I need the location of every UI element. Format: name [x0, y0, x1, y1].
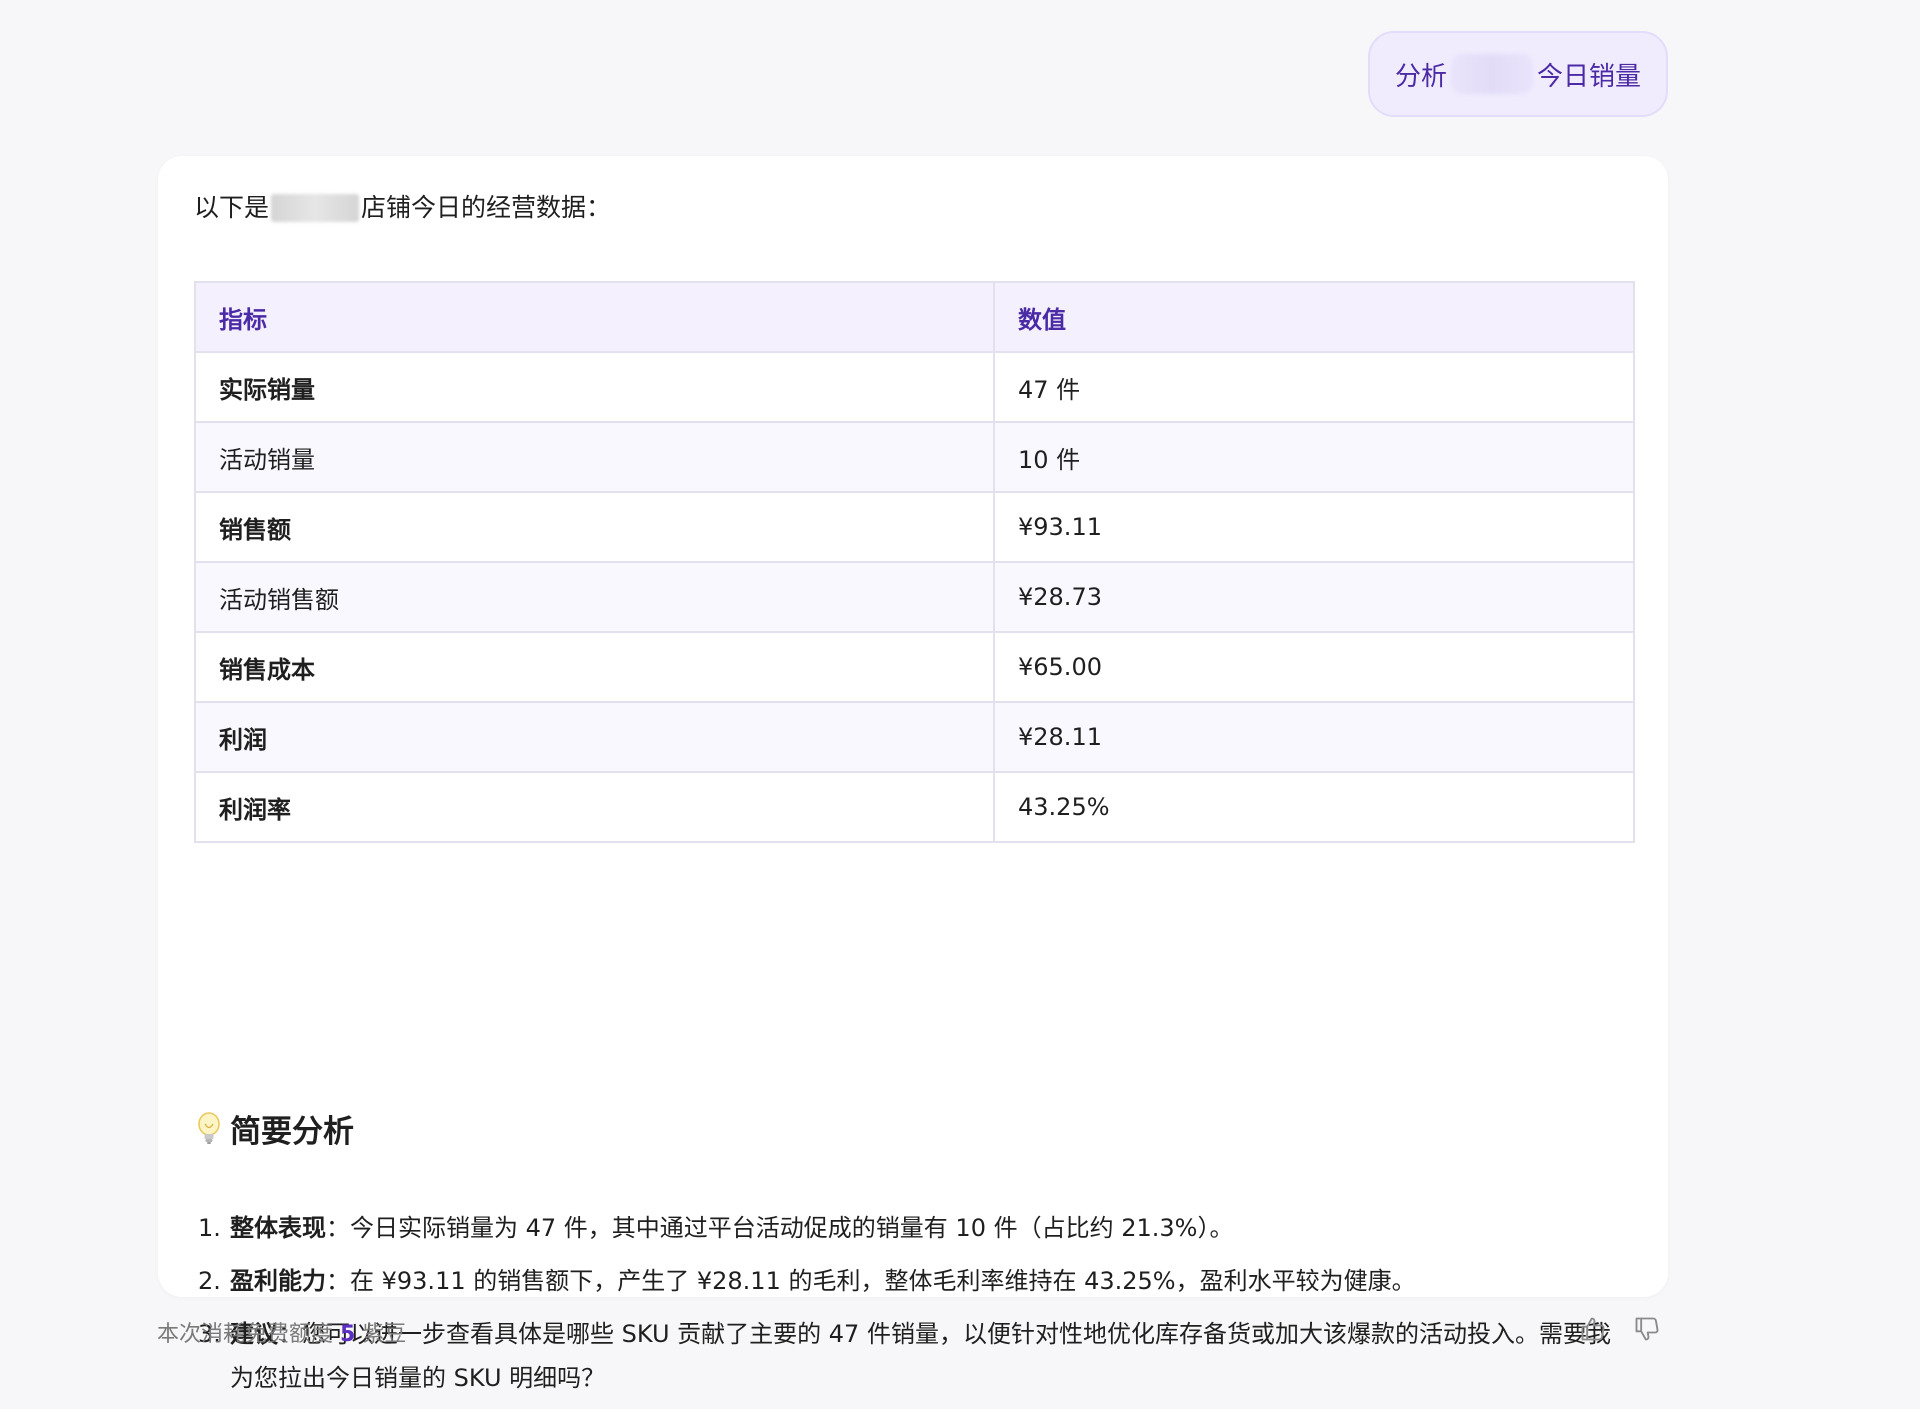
table-cell-metric: 活动销售额	[194, 561, 995, 633]
table-cell-metric: 实际销量	[194, 351, 995, 423]
table-row: 销售额 ¥93.11	[194, 491, 1635, 563]
redacted-store-name	[1451, 54, 1533, 94]
list-item: 3. 建议：您可以进一步查看具体是哪些 SKU 贡献了主要的 47 件销量，以便…	[194, 1312, 1634, 1400]
user-message-prefix: 分析	[1394, 61, 1447, 92]
metrics-table: 指标 数值 实际销量 47 件 活动销量 10 件 销售额 ¥93.11 活动销…	[194, 281, 1635, 843]
like-button[interactable]	[1578, 1316, 1608, 1346]
thumbs-down-icon	[1633, 1315, 1661, 1347]
analysis-list: 1. 整体表现：今日实际销量为 47 件，其中通过平台活动促成的销量有 10 件…	[194, 1206, 1634, 1409]
table-cell-value: ¥93.11	[993, 491, 1635, 563]
list-item-text: ：您可以进一步查看具体是哪些 SKU 贡献了主要的 47 件销量，以便针对性地优…	[230, 1320, 1611, 1392]
table-header-row: 指标 数值	[194, 281, 1635, 353]
table-cell-metric: 利润	[194, 701, 995, 773]
table-cell-value: ¥65.00	[993, 631, 1635, 703]
table-cell-metric: 销售额	[194, 491, 995, 563]
list-number: 1.	[198, 1214, 221, 1242]
analysis-section-title: 简要分析	[196, 1106, 354, 1151]
list-number: 2.	[198, 1267, 221, 1295]
table-cell-value: 43.25%	[993, 771, 1635, 843]
table-row: 实际销量 47 件	[194, 351, 1635, 423]
list-item-title: 盈利能力	[230, 1267, 326, 1295]
table-cell-metric: 利润率	[194, 771, 995, 843]
thumbs-up-icon	[1579, 1315, 1607, 1347]
usage-count: 5	[340, 1322, 356, 1347]
section-title-text: 简要分析	[230, 1114, 354, 1150]
table-header-metric: 指标	[194, 281, 995, 353]
user-message-bubble: 分析 今日销量	[1368, 31, 1668, 117]
table-row: 活动销量 10 件	[194, 421, 1635, 493]
table-cell-value: ¥28.11	[993, 701, 1635, 773]
table-cell-value: 47 件	[993, 351, 1635, 423]
table-cell-metric: 销售成本	[194, 631, 995, 703]
lightbulb-icon	[196, 1111, 222, 1147]
list-item-title: 整体表现	[230, 1214, 326, 1242]
redacted-store-name	[271, 194, 360, 222]
table-row: 利润 ¥28.11	[194, 701, 1635, 773]
intro-suffix: 店铺今日的经营数据：	[361, 193, 612, 222]
table-cell-value: ¥28.73	[993, 561, 1635, 633]
table-cell-metric: 活动销量	[194, 421, 995, 493]
usage-suffix: 紫豆	[355, 1322, 407, 1347]
table-row: 利润率 43.25%	[194, 771, 1635, 843]
table-cell-value: 10 件	[993, 421, 1635, 493]
usage-prefix: 本次消耗免费额度	[157, 1322, 340, 1347]
table-row: 活动销售额 ¥28.73	[194, 561, 1635, 633]
assistant-answer-card: 以下是 店铺今日的经营数据： 指标 数值 实际销量 47 件 活动销量 10 件…	[158, 156, 1668, 1392]
list-item-text: ：今日实际销量为 47 件，其中通过平台活动促成的销量有 10 件（占比约 21…	[326, 1214, 1234, 1242]
answer-intro: 以下是 店铺今日的经营数据：	[194, 186, 611, 230]
table-header-value: 数值	[993, 281, 1635, 353]
list-item-text: ：在 ¥93.11 的销售额下，产生了 ¥28.11 的毛利，整体毛利率维持在 …	[326, 1267, 1416, 1295]
usage-note: 本次消耗免费额度 5 紫豆	[157, 1316, 406, 1348]
dislike-button[interactable]	[1632, 1316, 1662, 1346]
intro-prefix: 以下是	[194, 193, 270, 222]
list-item: 1. 整体表现：今日实际销量为 47 件，其中通过平台活动促成的销量有 10 件…	[194, 1206, 1634, 1250]
table-row: 销售成本 ¥65.00	[194, 631, 1635, 703]
user-message-suffix: 今日销量	[1537, 61, 1642, 92]
list-item: 2. 盈利能力：在 ¥93.11 的销售额下，产生了 ¥28.11 的毛利，整体…	[194, 1259, 1634, 1303]
